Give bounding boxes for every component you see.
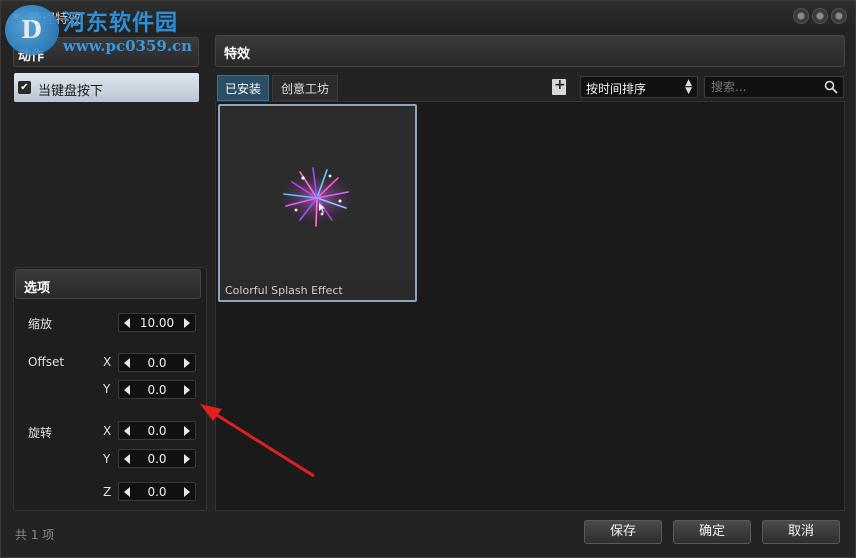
- increment-icon[interactable]: [184, 487, 190, 497]
- cancel-button[interactable]: 取消: [762, 520, 840, 544]
- rot-y-value: 0.0: [147, 452, 167, 466]
- increment-icon[interactable]: [184, 318, 190, 328]
- search-box[interactable]: [704, 76, 844, 98]
- effect-name: Colorful Splash Effect: [225, 284, 343, 297]
- effect-thumbnail: [220, 106, 415, 280]
- offset-y-label: Y: [103, 382, 111, 396]
- offset-y-value: 0.0: [147, 383, 167, 397]
- offset-x-stepper[interactable]: 0.0: [118, 353, 196, 372]
- scale-label: 缩放: [28, 317, 53, 331]
- minimize-button[interactable]: [812, 8, 828, 24]
- rot-z-value: 0.0: [147, 485, 167, 499]
- offset-x-value: 0.0: [147, 356, 167, 370]
- increment-icon[interactable]: [184, 385, 190, 395]
- search-icon[interactable]: [824, 80, 838, 94]
- rot-y-label: Y: [103, 452, 111, 466]
- action-item-label: 当键盘按下: [38, 84, 104, 99]
- rot-y-stepper[interactable]: 0.0: [118, 449, 196, 468]
- tab-installed[interactable]: 已安装: [217, 75, 269, 101]
- offset-x-label: X: [103, 355, 112, 369]
- decrement-icon[interactable]: [124, 318, 130, 328]
- increment-icon[interactable]: [184, 454, 190, 464]
- watermark-title: 河东软件园: [63, 11, 179, 36]
- rot-z-stepper[interactable]: 0.0: [118, 482, 196, 501]
- scale-value: 10.00: [139, 316, 175, 330]
- scale-stepper[interactable]: 10.00: [118, 313, 196, 332]
- options-header-label: 选项: [24, 281, 51, 296]
- increment-icon[interactable]: [184, 426, 190, 436]
- increment-icon[interactable]: [184, 358, 190, 368]
- decrement-icon[interactable]: [124, 487, 130, 497]
- rot-z-label: Z: [103, 485, 112, 499]
- effects-header: 特效: [215, 35, 845, 67]
- decrement-icon[interactable]: [124, 426, 130, 436]
- rot-x-value: 0.0: [147, 424, 167, 438]
- help-button[interactable]: [793, 8, 809, 24]
- item-count: 共 1 项: [15, 528, 55, 542]
- rot-x-label: X: [103, 424, 112, 438]
- tab-workshop[interactable]: 创意工坊: [272, 75, 338, 101]
- manage-effects-window: ★ 管理特效 动作 ✔ 当键盘按下 选项 缩放 10.00 Offset X 0…: [0, 0, 856, 558]
- decrement-icon[interactable]: [124, 454, 130, 464]
- options-header: 选项: [15, 269, 201, 299]
- add-file-icon[interactable]: [552, 77, 566, 95]
- ok-button[interactable]: 确定: [673, 520, 751, 544]
- offset-label: Offset: [28, 355, 65, 369]
- updown-icon: ▲ ▼: [685, 78, 692, 96]
- watermark-url: www.pc0359.cn: [63, 37, 193, 55]
- save-button[interactable]: 保存: [584, 520, 662, 544]
- rotation-label: 旋转: [28, 426, 53, 440]
- watermark-logo: D: [5, 5, 59, 55]
- close-button[interactable]: [831, 8, 847, 24]
- decrement-icon[interactable]: [124, 385, 130, 395]
- splash-preview-image: [279, 167, 355, 227]
- effects-header-label: 特效: [224, 47, 251, 62]
- decrement-icon[interactable]: [124, 358, 130, 368]
- action-item-keypress[interactable]: ✔ 当键盘按下: [14, 73, 199, 102]
- effect-card[interactable]: Colorful Splash Effect: [218, 104, 417, 302]
- sort-value: 按时间排序: [586, 82, 647, 96]
- search-input[interactable]: [711, 79, 821, 95]
- offset-y-stepper[interactable]: 0.0: [118, 380, 196, 399]
- sort-select[interactable]: 按时间排序 ▲ ▼: [580, 76, 698, 98]
- rot-x-stepper[interactable]: 0.0: [118, 421, 196, 440]
- checkbox-icon[interactable]: ✔: [18, 81, 31, 94]
